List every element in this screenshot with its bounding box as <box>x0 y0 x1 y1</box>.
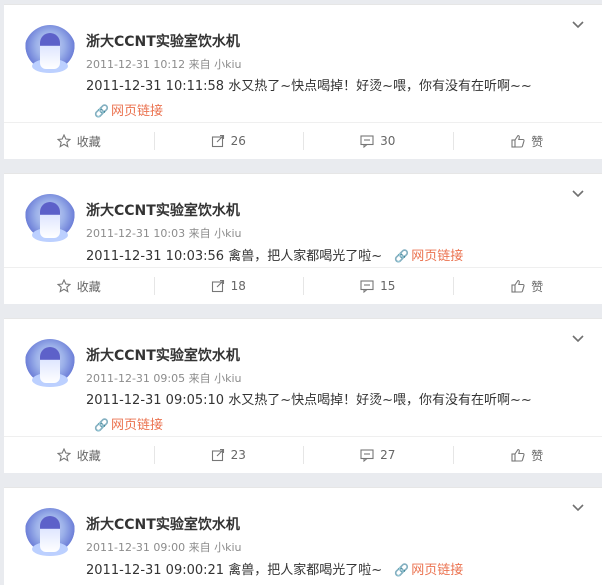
favorite-button[interactable]: 收藏 <box>4 123 154 159</box>
like-button[interactable]: 赞 <box>452 123 602 159</box>
action-bar: 收藏 26 30 赞 <box>4 122 602 159</box>
favorite-button[interactable]: 收藏 <box>4 437 154 473</box>
weibo-post: 浙大CCNT实验室饮水机 2011-12-31 09:05 来自 小kiu 20… <box>4 318 602 473</box>
link-icon: 🔗 <box>394 249 410 263</box>
action-bar: 收藏 18 15 赞 <box>4 267 602 304</box>
comment-icon <box>360 449 374 462</box>
like-button[interactable]: 赞 <box>452 268 602 304</box>
chevron-down-icon[interactable] <box>572 333 584 345</box>
post-meta: 2011-12-31 09:05 来自 小kiu <box>86 370 242 386</box>
avatar[interactable] <box>24 339 76 391</box>
author-name[interactable]: 浙大CCNT实验室饮水机 <box>86 31 240 51</box>
favorite-button[interactable]: 收藏 <box>4 268 154 304</box>
post-time[interactable]: 2011-12-31 09:00 <box>86 541 185 554</box>
comment-button[interactable]: 15 <box>303 268 453 304</box>
comment-count: 30 <box>380 134 396 148</box>
web-link[interactable]: 🔗 网页链接 <box>86 104 163 119</box>
repost-icon <box>211 279 224 293</box>
web-link-label: 网页链接 <box>110 104 163 119</box>
web-link[interactable]: 🔗 网页链接 <box>386 249 463 264</box>
comment-icon <box>360 280 374 293</box>
web-link-label: 网页链接 <box>110 418 163 433</box>
like-label: 赞 <box>531 448 544 463</box>
avatar[interactable] <box>24 25 76 77</box>
author-name[interactable]: 浙大CCNT实验室饮水机 <box>86 345 240 365</box>
post-time[interactable]: 2011-12-31 10:12 <box>86 58 185 71</box>
chevron-down-icon[interactable] <box>572 19 584 31</box>
post-meta: 2011-12-31 09:00 来自 小kiu <box>86 539 242 555</box>
post-time[interactable]: 2011-12-31 09:05 <box>86 372 185 385</box>
thumbs-up-icon <box>511 448 525 462</box>
action-bar: 收藏 23 27 赞 <box>4 436 602 473</box>
web-link-label: 网页链接 <box>411 563 464 578</box>
favorite-label: 收藏 <box>76 134 101 149</box>
web-link[interactable]: 🔗 网页链接 <box>386 563 463 578</box>
post-text: 2011-12-31 10:11:58 水又热了~快点喝掉！好烫~喂，你有没有在… <box>86 75 572 124</box>
repost-count: 26 <box>230 134 246 148</box>
source-prefix: 来自 <box>188 227 211 240</box>
repost-count: 23 <box>230 448 246 462</box>
link-icon: 🔗 <box>394 563 410 577</box>
weibo-post: 浙大CCNT实验室饮水机 2011-12-31 10:12 来自 小kiu 20… <box>4 4 602 159</box>
post-meta: 2011-12-31 10:03 来自 小kiu <box>86 225 242 241</box>
post-source: 小kiu <box>214 372 242 385</box>
post-text: 2011-12-31 10:03:56 禽兽，把人家都喝光了啦~ 🔗 网页链接 <box>86 244 572 269</box>
post-time[interactable]: 2011-12-31 10:03 <box>86 227 185 240</box>
favorite-label: 收藏 <box>76 279 101 294</box>
web-link[interactable]: 🔗 网页链接 <box>86 418 163 433</box>
web-link-label: 网页链接 <box>411 249 464 264</box>
star-icon <box>56 279 71 293</box>
weibo-post: 浙大CCNT实验室饮水机 2011-12-31 10:03 来自 小kiu 20… <box>4 173 602 304</box>
chevron-down-icon[interactable] <box>572 188 584 200</box>
comment-count: 15 <box>380 279 396 293</box>
favorite-label: 收藏 <box>76 448 101 463</box>
star-icon <box>56 448 71 462</box>
source-prefix: 来自 <box>188 372 211 385</box>
star-icon <box>56 134 71 148</box>
link-icon: 🔗 <box>94 104 109 118</box>
thumbs-up-icon <box>511 279 525 293</box>
repost-icon <box>211 134 224 148</box>
link-icon: 🔗 <box>94 418 109 432</box>
post-source: 小kiu <box>214 541 242 554</box>
like-button[interactable]: 赞 <box>452 437 602 473</box>
comment-button[interactable]: 27 <box>303 437 453 473</box>
comment-count: 27 <box>380 448 396 462</box>
like-label: 赞 <box>531 134 544 149</box>
post-content: 2011-12-31 10:11:58 水又热了~快点喝掉！好烫~喂，你有没有在… <box>86 79 532 94</box>
post-content: 2011-12-31 10:03:56 禽兽，把人家都喝光了啦~ <box>86 249 383 264</box>
weibo-post: 浙大CCNT实验室饮水机 2011-12-31 09:00 来自 小kiu 20… <box>4 487 602 585</box>
comment-button[interactable]: 30 <box>303 123 453 159</box>
like-label: 赞 <box>531 279 544 294</box>
post-content: 2011-12-31 09:05:10 水又热了~快点喝掉！好烫~喂，你有没有在… <box>86 393 532 408</box>
author-name[interactable]: 浙大CCNT实验室饮水机 <box>86 514 240 534</box>
avatar[interactable] <box>24 194 76 246</box>
source-prefix: 来自 <box>188 541 211 554</box>
repost-icon <box>211 448 224 462</box>
post-meta: 2011-12-31 10:12 来自 小kiu <box>86 56 242 72</box>
post-text: 2011-12-31 09:05:10 水又热了~快点喝掉！好烫~喂，你有没有在… <box>86 389 572 438</box>
repost-button[interactable]: 18 <box>153 268 304 304</box>
repost-button[interactable]: 26 <box>153 123 304 159</box>
post-source: 小kiu <box>214 58 242 71</box>
repost-count: 18 <box>230 279 246 293</box>
author-name[interactable]: 浙大CCNT实验室饮水机 <box>86 200 240 220</box>
avatar[interactable] <box>24 508 76 560</box>
source-prefix: 来自 <box>188 58 211 71</box>
post-text: 2011-12-31 09:00:21 禽兽，把人家都喝光了啦~ 🔗 网页链接 <box>86 558 572 583</box>
post-content: 2011-12-31 09:00:21 禽兽，把人家都喝光了啦~ <box>86 563 383 578</box>
repost-button[interactable]: 23 <box>153 437 304 473</box>
thumbs-up-icon <box>511 134 525 148</box>
comment-icon <box>360 135 374 148</box>
chevron-down-icon[interactable] <box>572 502 584 514</box>
post-source: 小kiu <box>214 227 242 240</box>
